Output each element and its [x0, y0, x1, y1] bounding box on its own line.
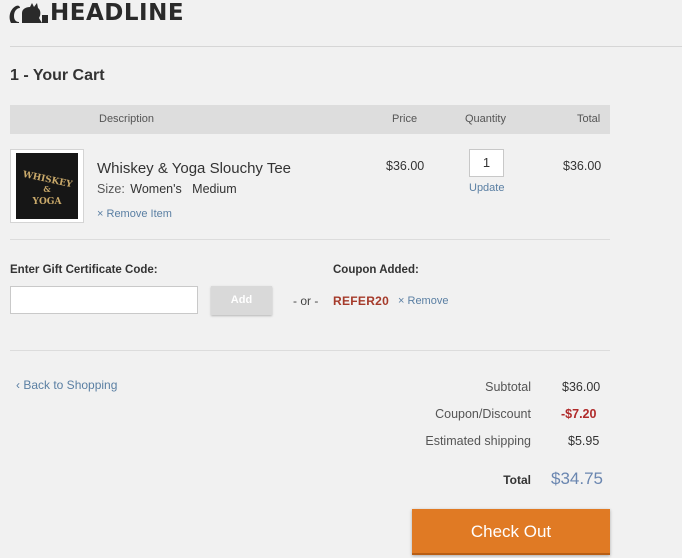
- product-name[interactable]: Whiskey & Yoga Slouchy Tee: [97, 160, 291, 177]
- header-divider: [10, 46, 682, 47]
- item-price: $36.00: [386, 159, 425, 173]
- total-label: Total: [503, 473, 531, 487]
- remove-item-link[interactable]: × Remove Item: [97, 208, 172, 220]
- gift-certificate-input[interactable]: [10, 286, 198, 314]
- logo-wordmark: HEADLINE: [50, 0, 185, 26]
- quantity-input[interactable]: 1: [469, 149, 504, 177]
- thumbnail-text-3: YOGA: [32, 197, 63, 207]
- back-to-shopping-link[interactable]: ‹ Back to Shopping: [16, 378, 117, 392]
- coupon-code: REFER20: [333, 294, 390, 308]
- size-label: Size:: [97, 182, 125, 196]
- product-thumbnail[interactable]: WHISKEY & YOGA: [10, 149, 84, 223]
- subtotal-label: Subtotal: [485, 380, 531, 394]
- update-quantity-link[interactable]: Update: [469, 182, 504, 194]
- cart-table-header: Description Price Quantity Total: [10, 105, 610, 134]
- cat-logo-icon: [8, 1, 48, 25]
- shipping-value: $5.95: [568, 434, 600, 448]
- gift-certificate-label: Enter Gift Certificate Code:: [10, 264, 158, 276]
- column-header-price: Price: [392, 113, 418, 125]
- add-gift-certificate-button[interactable]: Add: [211, 286, 272, 315]
- page-title: 1 - Your Cart: [10, 67, 105, 84]
- remove-coupon-label: Remove: [407, 295, 449, 307]
- subtotal-value: $36.00: [562, 380, 601, 394]
- shipping-label: Estimated shipping: [425, 434, 531, 448]
- checkout-button[interactable]: Check Out: [412, 509, 610, 555]
- column-header-total: Total: [577, 113, 601, 125]
- thumbnail-text-2: &: [43, 184, 51, 194]
- close-icon: ×: [398, 295, 405, 307]
- size-value: Women's Medium: [130, 182, 237, 196]
- product-image: WHISKEY & YOGA: [16, 153, 78, 219]
- or-separator: - or -: [293, 294, 319, 308]
- coupon-added-label: Coupon Added:: [333, 264, 419, 276]
- discount-label: Coupon/Discount: [435, 407, 531, 421]
- remove-coupon-link[interactable]: × Remove: [398, 295, 448, 307]
- site-logo[interactable]: HEADLINE: [8, 0, 184, 26]
- item-line-total: $36.00: [563, 159, 602, 173]
- close-icon: ×: [97, 208, 104, 220]
- summary-divider: [10, 350, 610, 351]
- total-value: $34.75: [551, 469, 603, 488]
- remove-item-label: Remove Item: [106, 208, 172, 220]
- item-divider: [10, 239, 610, 240]
- product-size: Size: Women's Medium: [97, 182, 237, 196]
- column-header-quantity: Quantity: [465, 113, 506, 125]
- discount-value: -$7.20: [561, 407, 597, 421]
- column-header-description: Description: [99, 113, 155, 125]
